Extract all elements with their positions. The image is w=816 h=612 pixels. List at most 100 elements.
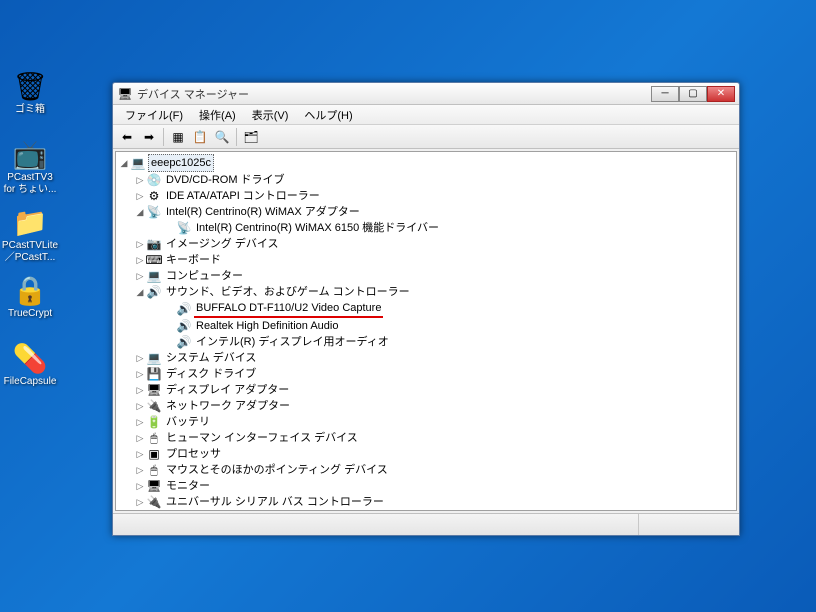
collapse-icon[interactable]: ◢ (134, 286, 146, 298)
tree-category[interactable]: ▷🔌ネットワーク アダプター (134, 398, 734, 414)
desktop-icon-label: PCastTV3 for ちょい... (0, 172, 60, 196)
tree-device[interactable]: 🔊Realtek High Definition Audio (164, 318, 734, 334)
expand-icon[interactable]: ▷ (134, 448, 146, 460)
category-icon: 🖱 (146, 430, 162, 446)
category-icon: 🖱 (146, 462, 162, 478)
titlebar[interactable]: 🖥 デバイス マネージャー ─ ▢ ✕ (113, 83, 739, 105)
arrow-right-icon: ➡ (144, 130, 154, 144)
close-button[interactable]: ✕ (707, 86, 735, 102)
desktop-icon-label: PCastTVLite ／PCastT... (0, 240, 60, 264)
tree-category[interactable]: ▷🖱マウスとそのほかのポインティング デバイス (134, 462, 734, 478)
desktop-icon-label: ゴミ箱 (0, 104, 60, 116)
tree-category[interactable]: ▷▣プロセッサ (134, 446, 734, 462)
expand-icon[interactable]: ▷ (134, 190, 146, 202)
desktop-icon[interactable]: 📁PCastTVLite ／PCastT... (0, 206, 60, 264)
tree-category[interactable]: ▷💾ディスク ドライブ (134, 366, 734, 382)
desktop-icon[interactable]: 🔒TrueCrypt (0, 274, 60, 320)
category-icon: 📡 (146, 204, 162, 220)
leaf-spacer (164, 320, 176, 332)
tree-category[interactable]: ▷💿DVD/CD-ROM ドライブ (134, 172, 734, 188)
category-icon: ▣ (146, 446, 162, 462)
tree-category[interactable]: ▷🔌ユニバーサル シリアル バス コントローラー (134, 494, 734, 510)
tree-device-label: インテル(R) ディスプレイ用オーディオ (194, 334, 391, 350)
tree-device[interactable]: 🔊インテル(R) ディスプレイ用オーディオ (164, 334, 734, 350)
tree-category[interactable]: ◢📡Intel(R) Centrino(R) WiMAX アダプター (134, 204, 734, 220)
desktop-icon-glyph: 🔒 (14, 274, 46, 306)
tree-category-label: コンピューター (164, 268, 245, 284)
tree-device-label: Realtek High Definition Audio (194, 318, 340, 334)
desktop-icon-label: FileCapsule (0, 376, 60, 388)
minimize-button[interactable]: ─ (651, 86, 679, 102)
tree-category[interactable]: ◢🔊サウンド、ビデオ、およびゲーム コントローラー (134, 284, 734, 300)
back-button[interactable]: ⬅ (117, 127, 137, 147)
menu-help[interactable]: ヘルプ(H) (296, 105, 360, 125)
tree-category-label: バッテリ (164, 414, 212, 430)
device-tree-container[interactable]: ◢💻eeepc1025c▷💿DVD/CD-ROM ドライブ▷⚙IDE ATA/A… (115, 151, 737, 511)
tree-category[interactable]: ▷🔋バッテリ (134, 414, 734, 430)
category-icon: 🖥 (146, 382, 162, 398)
maximize-button[interactable]: ▢ (679, 86, 707, 102)
tree-category[interactable]: ▷🖱ヒューマン インターフェイス デバイス (134, 430, 734, 446)
menu-file[interactable]: ファイル(F) (117, 105, 191, 125)
category-icon: 💾 (146, 366, 162, 382)
forward-button[interactable]: ➡ (139, 127, 159, 147)
computer-icon: 💻 (130, 155, 146, 171)
desktop-icon-glyph: 📁 (14, 206, 46, 238)
expand-icon[interactable]: ▷ (134, 174, 146, 186)
show-hidden-button[interactable]: ▦ (168, 127, 188, 147)
tree-category-label: Intel(R) Centrino(R) WiMAX アダプター (164, 204, 362, 220)
tree-category-label: ネットワーク アダプター (164, 398, 292, 414)
status-panel (639, 514, 739, 535)
window-title: デバイス マネージャー (137, 86, 651, 102)
expand-icon[interactable]: ▷ (134, 480, 146, 492)
tree-category-label: ヒューマン インターフェイス デバイス (164, 430, 360, 446)
category-icon: 🔋 (146, 414, 162, 430)
category-icon: 🔌 (146, 494, 162, 510)
tree-category[interactable]: ▷🖥モニター (134, 478, 734, 494)
properties-button[interactable]: 📋 (190, 127, 210, 147)
menubar: ファイル(F) 操作(A) 表示(V) ヘルプ(H) (113, 105, 739, 125)
desktop-icon-glyph: 🗑 (14, 70, 46, 102)
tree-root[interactable]: ◢💻eeepc1025c (118, 154, 734, 172)
view-devices-button[interactable]: 🗂 (241, 127, 261, 147)
menu-view[interactable]: 表示(V) (244, 105, 297, 125)
expand-icon[interactable]: ▷ (134, 464, 146, 476)
expand-icon[interactable]: ▷ (134, 352, 146, 364)
category-icon: ⌨ (146, 252, 162, 268)
tree-category-label: イメージング デバイス (164, 236, 281, 252)
collapse-icon[interactable]: ◢ (118, 157, 130, 169)
tree-device[interactable]: 📡Intel(R) Centrino(R) WiMAX 6150 機能ドライバー (164, 220, 734, 236)
menu-action[interactable]: 操作(A) (191, 105, 244, 125)
desktop-icon-glyph: 💊 (14, 342, 46, 374)
tree-category-label: ディスク ドライブ (164, 366, 258, 382)
category-icon: 📷 (146, 236, 162, 252)
expand-icon[interactable]: ▷ (134, 432, 146, 444)
collapse-icon[interactable]: ◢ (134, 206, 146, 218)
device-icon: 🗂 (243, 130, 258, 144)
status-panel (113, 514, 639, 535)
expand-icon[interactable]: ▷ (134, 238, 146, 250)
tree-category[interactable]: ▷⚙IDE ATA/ATAPI コントローラー (134, 188, 734, 204)
window-controls: ─ ▢ ✕ (651, 86, 735, 102)
expand-icon[interactable]: ▷ (134, 384, 146, 396)
scan-icon: 🔍 (215, 130, 230, 144)
tree-device-label: BUFFALO DT-F110/U2 Video Capture (194, 300, 383, 318)
tree-category[interactable]: ▷📷イメージング デバイス (134, 236, 734, 252)
device-icon: 🔊 (176, 301, 192, 317)
expand-icon[interactable]: ▷ (134, 400, 146, 412)
tree-device[interactable]: 🔊BUFFALO DT-F110/U2 Video Capture (164, 300, 734, 318)
tree-category[interactable]: ▷🖥ディスプレイ アダプター (134, 382, 734, 398)
desktop-icon[interactable]: 📺PCastTV3 for ちょい... (0, 138, 60, 196)
scan-button[interactable]: 🔍 (212, 127, 232, 147)
expand-icon[interactable]: ▷ (134, 368, 146, 380)
tree-category[interactable]: ▷⌨キーボード (134, 252, 734, 268)
tree-category[interactable]: ▷💻コンピューター (134, 268, 734, 284)
category-icon: 🖥 (146, 478, 162, 494)
tree-category[interactable]: ▷💻システム デバイス (134, 350, 734, 366)
expand-icon[interactable]: ▷ (134, 254, 146, 266)
desktop-icon[interactable]: 🗑 ゴミ箱 (0, 70, 60, 116)
expand-icon[interactable]: ▷ (134, 416, 146, 428)
expand-icon[interactable]: ▷ (134, 270, 146, 282)
desktop-icon[interactable]: 💊 FileCapsule (0, 342, 60, 388)
expand-icon[interactable]: ▷ (134, 496, 146, 508)
